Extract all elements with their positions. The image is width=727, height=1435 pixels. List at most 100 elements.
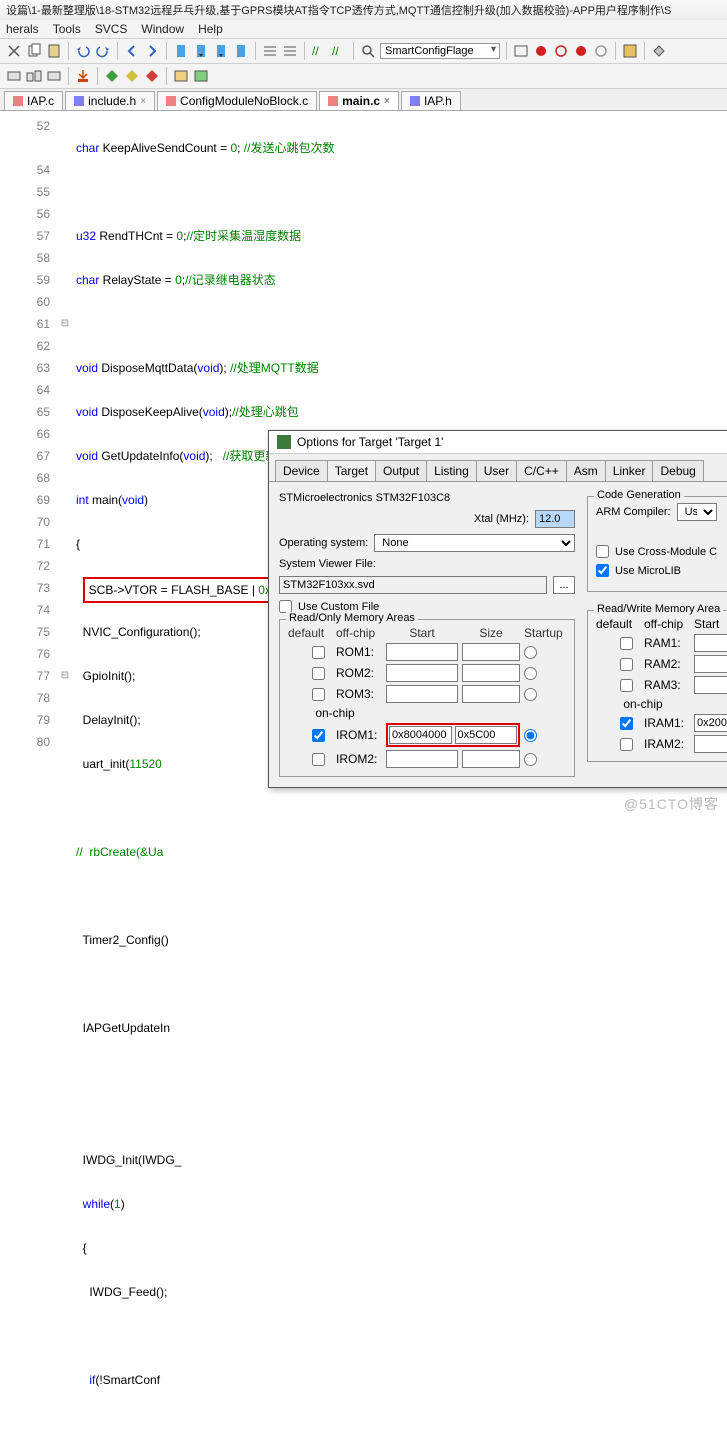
find-combo[interactable]: SmartConfigFlage: [380, 43, 500, 59]
nav-back-icon[interactable]: [124, 43, 140, 59]
manage-icon[interactable]: [193, 68, 209, 84]
rom3-size[interactable]: [462, 685, 520, 703]
irom2-size[interactable]: [462, 750, 520, 768]
tab-cpp[interactable]: C/C++: [516, 460, 567, 481]
rom1-startup[interactable]: [524, 646, 537, 659]
ram2-start[interactable]: [694, 655, 727, 673]
ram2-check[interactable]: [620, 658, 633, 671]
build-all-icon[interactable]: [26, 68, 42, 84]
irom2-startup[interactable]: [524, 753, 537, 766]
line-numbers: 5254555657585960616263646566676869707172…: [0, 111, 58, 1435]
iram1-check[interactable]: [620, 717, 633, 730]
target-yellow-icon[interactable]: [124, 68, 140, 84]
cut-icon[interactable]: [6, 43, 22, 59]
load-icon[interactable]: [75, 68, 91, 84]
tab-target[interactable]: Target: [327, 460, 376, 481]
iram2-start[interactable]: [694, 735, 727, 753]
irom2-check[interactable]: [312, 753, 325, 766]
dialog-icon: [277, 435, 291, 449]
file-icon: [13, 96, 23, 106]
dialog-title-bar[interactable]: Options for Target 'Target 1': [269, 431, 727, 454]
tab-device[interactable]: Device: [275, 460, 328, 481]
os-select[interactable]: None: [374, 534, 575, 552]
codegen-fieldset: Code Generation ARM Compiler:Use Use Cro…: [587, 496, 727, 592]
rom2-size[interactable]: [462, 664, 520, 682]
tab-asm[interactable]: Asm: [566, 460, 606, 481]
bookmark-icon[interactable]: [173, 43, 189, 59]
menu-svcs[interactable]: SVCS: [95, 22, 128, 36]
uncomment-icon[interactable]: //: [331, 43, 347, 59]
options-icon[interactable]: [173, 68, 189, 84]
debug-icon[interactable]: [513, 43, 529, 59]
config-icon[interactable]: [651, 43, 667, 59]
tab-linker[interactable]: Linker: [605, 460, 654, 481]
menu-help[interactable]: Help: [198, 22, 223, 36]
tab-user[interactable]: User: [476, 460, 517, 481]
tab-iap-c[interactable]: IAP.c: [4, 91, 63, 110]
bookmark-clear-icon[interactable]: [233, 43, 249, 59]
tab-output[interactable]: Output: [375, 460, 427, 481]
rebuild-icon[interactable]: [46, 68, 62, 84]
build-icon[interactable]: [6, 68, 22, 84]
outdent-icon[interactable]: [282, 43, 298, 59]
irom1-startup[interactable]: [524, 729, 537, 742]
breakpoint3-icon[interactable]: [573, 43, 589, 59]
nav-fwd-icon[interactable]: [144, 43, 160, 59]
tab-include-h[interactable]: include.h×: [65, 91, 155, 110]
rom2-start[interactable]: [386, 664, 458, 682]
menu-peripherals[interactable]: herals: [6, 22, 39, 36]
breakpoint2-icon[interactable]: [553, 43, 569, 59]
bookmark-prev-icon[interactable]: [193, 43, 209, 59]
menu-window[interactable]: Window: [141, 22, 184, 36]
tab-debug[interactable]: Debug: [652, 460, 703, 481]
target-green-icon[interactable]: [104, 68, 120, 84]
tab-config-c[interactable]: ConfigModuleNoBlock.c: [157, 91, 317, 110]
tab-main-c[interactable]: main.c×: [319, 91, 399, 110]
tab-label: ConfigModuleNoBlock.c: [180, 94, 308, 108]
arm-compiler-select[interactable]: Use: [677, 503, 717, 521]
tab-close-icon[interactable]: ×: [140, 96, 146, 107]
tab-iap-h[interactable]: IAP.h: [401, 91, 461, 110]
copy-icon[interactable]: [26, 43, 42, 59]
breakpoint-icon[interactable]: [533, 43, 549, 59]
rom2-startup[interactable]: [524, 667, 537, 680]
menu-tools[interactable]: Tools: [53, 22, 81, 36]
bookmark-next-icon[interactable]: [213, 43, 229, 59]
find-icon[interactable]: [360, 43, 376, 59]
ram1-start[interactable]: [694, 634, 727, 652]
readwrite-memory-fieldset: Read/Write Memory Area default off-chip …: [587, 610, 727, 762]
ram3-check[interactable]: [620, 679, 633, 692]
rom3-check[interactable]: [312, 688, 325, 701]
irom2-start[interactable]: [386, 750, 458, 768]
irom1-start[interactable]: [389, 726, 452, 744]
xtal-input[interactable]: [535, 510, 575, 528]
rom3-startup[interactable]: [524, 688, 537, 701]
cross-module-check[interactable]: [596, 545, 609, 558]
indent-icon[interactable]: [262, 43, 278, 59]
toolbar-main: // // SmartConfigFlage: [0, 39, 727, 64]
undo-icon[interactable]: [75, 43, 91, 59]
iram1-start[interactable]: [694, 714, 727, 732]
paste-icon[interactable]: [46, 43, 62, 59]
ram3-start[interactable]: [694, 676, 727, 694]
target-red-icon[interactable]: [144, 68, 160, 84]
redo-icon[interactable]: [95, 43, 111, 59]
rom1-check[interactable]: [312, 646, 325, 659]
rom1-start[interactable]: [386, 643, 458, 661]
microlib-check[interactable]: [596, 564, 609, 577]
irom1-size[interactable]: [455, 726, 518, 744]
window-icon[interactable]: [622, 43, 638, 59]
breakpoint4-icon[interactable]: [593, 43, 609, 59]
rom3-start[interactable]: [386, 685, 458, 703]
tab-listing[interactable]: Listing: [426, 460, 477, 481]
tab-close-icon[interactable]: ×: [384, 96, 390, 107]
rom2-check[interactable]: [312, 667, 325, 680]
comment-icon[interactable]: //: [311, 43, 327, 59]
toolbar-build: [0, 64, 727, 89]
hdr-size: Size: [462, 626, 520, 640]
rom1-size[interactable]: [462, 643, 520, 661]
irom1-check[interactable]: [312, 729, 325, 742]
ram1-check[interactable]: [620, 637, 633, 650]
svf-browse-button[interactable]: ...: [553, 576, 575, 594]
iram2-check[interactable]: [620, 738, 633, 751]
